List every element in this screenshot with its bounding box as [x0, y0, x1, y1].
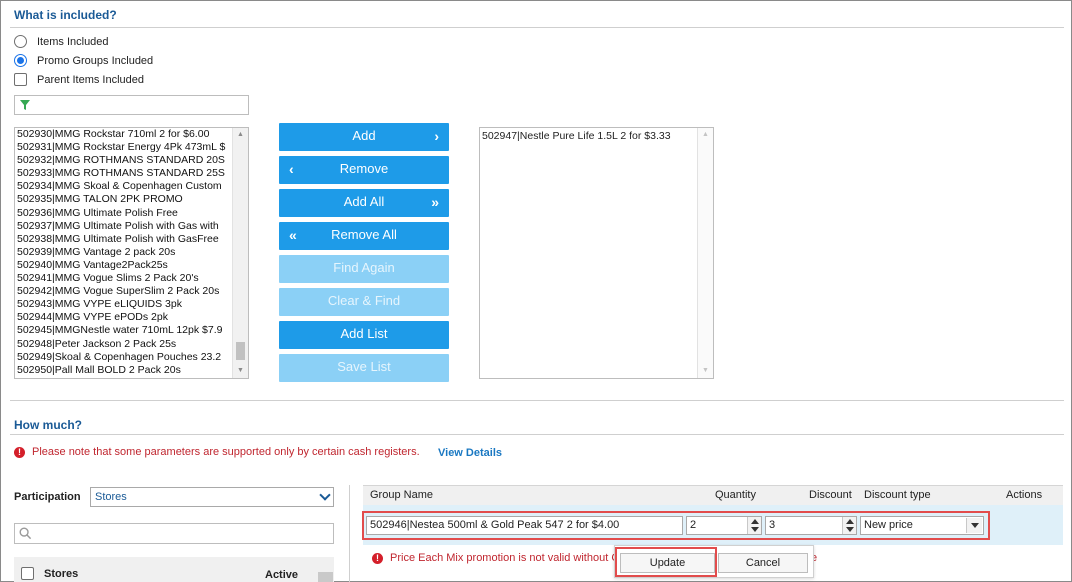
view-details-link[interactable]: View Details [438, 447, 502, 459]
group-name-header: Group Name [370, 489, 433, 501]
actions-header: Actions [1006, 489, 1043, 501]
radio-items-included[interactable]: Items Included [14, 35, 109, 48]
selected-groups-list[interactable]: 502947|Nestle Pure Life 1.5L 2 for $3.33… [479, 127, 714, 379]
discount-value: 3 [769, 519, 776, 531]
list-item[interactable]: 502930|MMG Rockstar 710ml 2 for $6.00 [17, 128, 232, 141]
validation-error: ! Price Each Mix promotion is not valid … [372, 552, 619, 564]
quantity-value: 2 [690, 519, 697, 531]
find-again-button[interactable]: Find Again [279, 255, 449, 283]
scroll-thumb[interactable] [236, 342, 245, 360]
section-title-how-much: How much? [14, 418, 82, 432]
cancel-button[interactable]: Cancel [718, 553, 808, 573]
list-item[interactable]: 502933|MMG ROTHMANS STANDARD 25S [17, 167, 232, 180]
update-button-highlight [615, 547, 717, 577]
save-list-button[interactable]: Save List [279, 354, 449, 382]
participation-value: Stores [95, 491, 127, 503]
list-item[interactable]: 502936|MMG Ultimate Polish Free [17, 207, 232, 220]
discount-type-select[interactable]: New price [860, 516, 984, 535]
list-item[interactable]: 502943|MMG VYPE eLIQUIDS 3pk [17, 298, 232, 311]
list-item[interactable]: 502945|MMGNestle water 710mL 12pk $7.9 [17, 324, 232, 337]
list-item[interactable]: 502944|MMG VYPE ePODs 2pk [17, 311, 232, 324]
radio-label: Promo Groups Included [37, 54, 154, 67]
clear-find-button[interactable]: Clear & Find [279, 288, 449, 316]
section-divider [10, 27, 1064, 28]
filter-icon [20, 100, 30, 110]
search-icon [19, 527, 32, 540]
chevron-left-icon: ‹ [289, 161, 294, 177]
chevron-right-icon: › [434, 128, 439, 144]
validation-error-text: Price Each Mix promotion is not valid wi… [390, 552, 620, 564]
double-chevron-right-icon: » [431, 194, 439, 210]
group-name-field[interactable]: 502946|Nestea 500ml & Gold Peak 547 2 fo… [366, 516, 683, 535]
section-divider [10, 400, 1064, 401]
add-all-button[interactable]: Add All » [279, 189, 449, 217]
checkbox-icon[interactable] [14, 73, 27, 86]
selected-list-scrollbar[interactable]: ▲ ▼ [697, 128, 713, 378]
list-item[interactable]: 502950|Pall Mall BOLD 2 Pack 20s [17, 364, 232, 377]
discount-type-header: Discount type [864, 489, 931, 501]
panel-divider [349, 485, 350, 582]
scroll-down-icon[interactable]: ▼ [233, 364, 248, 378]
stores-table-header: Stores Active [14, 557, 334, 582]
stores-scrollbar[interactable] [318, 572, 333, 582]
participation-label: Participation [14, 491, 81, 503]
add-button[interactable]: Add › [279, 123, 449, 151]
list-item[interactable]: 502940|MMG Vantage2Pack25s [17, 259, 232, 272]
warning-icon: ! [372, 552, 383, 564]
list-item[interactable]: 502941|MMG Vogue Slims 2 Pack 20's [17, 272, 232, 285]
available-list-items[interactable]: 502930|MMG Rockstar 710ml 2 for $6.00 502… [17, 128, 232, 377]
scroll-down-icon[interactable]: ▼ [698, 364, 713, 378]
list-item[interactable]: 502934|MMG Skoal & Copenhagen Custom [17, 180, 232, 193]
section-divider [10, 434, 1064, 435]
remove-all-button-label: Remove All [331, 227, 397, 242]
dropdown-arrow-icon[interactable] [966, 518, 982, 533]
select-all-checkbox[interactable] [21, 567, 34, 580]
add-all-button-label: Add All [343, 194, 385, 209]
list-item[interactable]: 502931|MMG Rockstar Energy 4Pk 473mL $ [17, 141, 232, 154]
radio-icon[interactable] [14, 35, 27, 48]
note-text: Please note that some parameters are sup… [32, 446, 420, 458]
add-button-label: Add [352, 128, 376, 143]
list-item[interactable]: 502937|MMG Ultimate Polish with Gas with [17, 220, 232, 233]
discount-header: Discount [809, 489, 852, 501]
add-list-button[interactable]: Add List [279, 321, 449, 349]
spinner-icon[interactable] [842, 517, 856, 534]
stores-search-input[interactable] [14, 523, 334, 544]
double-chevron-left-icon: « [289, 227, 297, 243]
list-item[interactable]: 502935|MMG TALON 2PK PROMO [17, 193, 232, 206]
list-item[interactable]: 502947|Nestle Pure Life 1.5L 2 for $3.33 [482, 130, 671, 142]
cash-register-note: ! Please note that some parameters are s… [14, 446, 420, 458]
quantity-stepper[interactable]: 2 [686, 516, 762, 535]
filter-input[interactable] [14, 95, 249, 115]
list-item[interactable]: 502932|MMG ROTHMANS STANDARD 20S [17, 154, 232, 167]
active-column-header: Active [265, 569, 299, 581]
participation-select[interactable]: Stores [90, 487, 334, 507]
scroll-up-icon[interactable]: ▲ [233, 128, 248, 142]
list-item[interactable]: 502938|MMG Ultimate Polish with GasFree [17, 233, 232, 246]
list-item[interactable]: 502942|MMG Vogue SuperSlim 2 Pack 20s [17, 285, 232, 298]
checkbox-label: Parent Items Included [37, 73, 145, 86]
radio-label: Items Included [37, 35, 109, 48]
scroll-up-icon[interactable]: ▲ [698, 128, 713, 142]
warning-icon: ! [14, 446, 25, 458]
discount-type-value: New price [864, 519, 913, 531]
remove-button-label: Remove [339, 161, 389, 176]
available-list-scrollbar[interactable]: ▲ ▼ [232, 128, 248, 378]
list-item[interactable]: 502949|Skoal & Copenhagen Pouches 23.2 [17, 351, 232, 364]
stores-column-header: Stores [44, 568, 79, 580]
chevron-down-icon [319, 489, 331, 501]
checkbox-parent-items[interactable]: Parent Items Included [14, 73, 144, 86]
list-item[interactable]: 502948|Peter Jackson 2 Pack 25s [17, 338, 232, 351]
list-item[interactable]: 502939|MMG Vantage 2 pack 20s [17, 246, 232, 259]
discount-stepper[interactable]: 3 [765, 516, 857, 535]
quantity-header: Quantity [715, 489, 756, 501]
remove-all-button[interactable]: « Remove All [279, 222, 449, 250]
remove-button[interactable]: ‹ Remove [279, 156, 449, 184]
available-groups-list[interactable]: 502930|MMG Rockstar 710ml 2 for $6.00 502… [14, 127, 249, 379]
radio-promo-groups-included[interactable]: Promo Groups Included [14, 54, 153, 67]
spinner-icon[interactable] [747, 517, 761, 534]
radio-icon[interactable] [14, 54, 27, 67]
grid-header: Group Name Quantity Discount Discount ty… [363, 485, 1063, 505]
section-title-what-included: What is included? [14, 8, 117, 22]
